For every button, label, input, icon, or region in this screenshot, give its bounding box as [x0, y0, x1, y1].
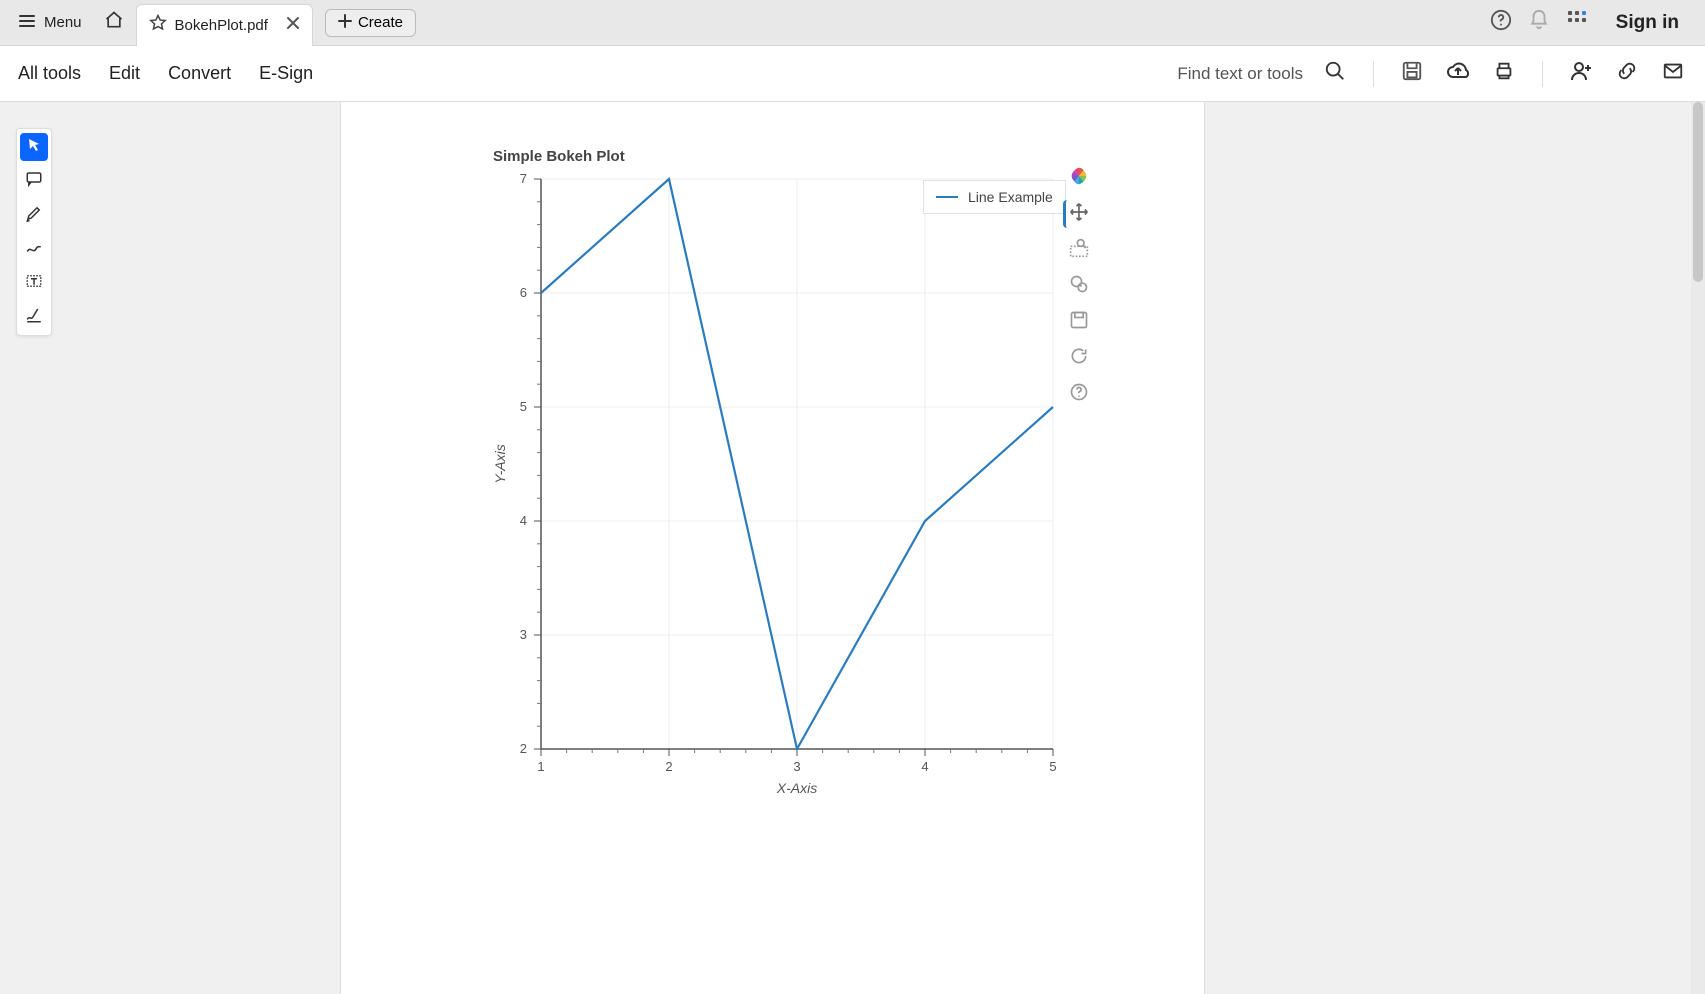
- wheelzoom-tool[interactable]: [1065, 272, 1093, 300]
- help-icon: [1490, 9, 1512, 36]
- home-button[interactable]: [96, 5, 132, 41]
- print-icon: [1493, 60, 1515, 87]
- close-icon: [286, 17, 300, 34]
- toolbar: All tools Edit Convert E-Sign Find text …: [0, 46, 1705, 102]
- svg-text:5: 5: [520, 399, 527, 414]
- search-button[interactable]: [1321, 60, 1349, 88]
- chart-title: Simple Bokeh Plot: [493, 148, 1153, 165]
- tool-edit[interactable]: Edit: [109, 63, 140, 84]
- svg-text:3: 3: [793, 759, 800, 774]
- print-button[interactable]: [1490, 60, 1518, 88]
- signin-label: Sign in: [1616, 12, 1679, 33]
- save-icon: [1401, 60, 1423, 87]
- separator: [1542, 61, 1543, 87]
- people-plus-icon: [1569, 59, 1593, 88]
- tab-close-button[interactable]: [286, 16, 300, 34]
- help-icon: [1069, 382, 1089, 407]
- mail-icon: [1662, 60, 1684, 87]
- star-icon[interactable]: [149, 14, 167, 36]
- boxzoom-tool[interactable]: [1065, 236, 1093, 264]
- wheel-zoom-icon: [1069, 274, 1089, 299]
- tab-filename: BokehPlot.pdf: [175, 17, 268, 34]
- hamburger-icon: [18, 12, 36, 34]
- create-label: Create: [358, 14, 403, 31]
- save-button[interactable]: [1398, 60, 1426, 88]
- draw-icon: [25, 238, 43, 261]
- bokeh-toolbar: [1065, 164, 1093, 408]
- bokeh-logo-button[interactable]: [1065, 164, 1093, 192]
- find-placeholder[interactable]: Find text or tools: [1177, 64, 1303, 84]
- comment-icon: [25, 170, 43, 193]
- draw-tool[interactable]: [20, 235, 48, 263]
- mail-button[interactable]: [1659, 60, 1687, 88]
- savefig-tool[interactable]: [1065, 308, 1093, 336]
- highlight-icon: [25, 204, 43, 227]
- separator: [1373, 61, 1374, 87]
- svg-text:1: 1: [537, 759, 544, 774]
- comment-tool[interactable]: [20, 167, 48, 195]
- scrollbar-thumb[interactable]: [1693, 102, 1703, 282]
- document-tab[interactable]: BokehPlot.pdf: [136, 4, 313, 46]
- annotation-toolbar: [16, 128, 52, 336]
- plus-icon: [338, 14, 352, 32]
- help-tool[interactable]: [1065, 380, 1093, 408]
- help-button[interactable]: [1484, 6, 1518, 40]
- scrollbar[interactable]: [1691, 102, 1705, 994]
- plot-container: Simple Bokeh Plot 23456712345X-AxisY-Axi…: [493, 148, 1153, 809]
- save-fig-icon: [1069, 310, 1089, 335]
- svg-text:4: 4: [921, 759, 928, 774]
- share-people-button[interactable]: [1567, 60, 1595, 88]
- titlebar: Menu BokehPlot.pdf Create: [0, 0, 1705, 46]
- box-zoom-icon: [1069, 238, 1089, 263]
- svg-text:2: 2: [665, 759, 672, 774]
- apps-button[interactable]: [1560, 6, 1594, 40]
- bokeh-logo-icon: [1068, 165, 1090, 192]
- svg-text:2: 2: [520, 741, 527, 756]
- textbox-icon: [25, 272, 43, 295]
- svg-text:4: 4: [520, 513, 527, 528]
- highlight-tool[interactable]: [20, 201, 48, 229]
- reset-icon: [1069, 346, 1089, 371]
- apps-icon: [1567, 10, 1587, 35]
- notifications-button[interactable]: [1522, 6, 1556, 40]
- signature-icon: [25, 306, 43, 329]
- svg-text:6: 6: [520, 285, 527, 300]
- create-button[interactable]: Create: [325, 9, 416, 37]
- pointer-icon: [26, 137, 42, 158]
- signin-button[interactable]: Sign in: [1598, 12, 1697, 34]
- cloud-upload-icon: [1446, 59, 1470, 88]
- tool-convert[interactable]: Convert: [168, 63, 231, 84]
- text-tool[interactable]: [20, 269, 48, 297]
- tool-alltools[interactable]: All tools: [18, 63, 81, 84]
- search-icon: [1324, 60, 1346, 87]
- document-area: Simple Bokeh Plot 23456712345X-AxisY-Axi…: [0, 102, 1705, 994]
- svg-text:X-Axis: X-Axis: [776, 780, 817, 796]
- pan-icon: [1069, 202, 1089, 227]
- menu-button[interactable]: Menu: [8, 6, 92, 40]
- tool-esign[interactable]: E-Sign: [259, 63, 313, 84]
- svg-text:7: 7: [520, 171, 527, 186]
- svg-text:3: 3: [520, 627, 527, 642]
- home-icon: [104, 10, 124, 35]
- legend-swatch: [936, 196, 958, 198]
- legend-label: Line Example: [968, 189, 1053, 205]
- pdf-page: Simple Bokeh Plot 23456712345X-AxisY-Axi…: [340, 102, 1205, 994]
- svg-text:5: 5: [1049, 759, 1056, 774]
- select-tool[interactable]: [20, 133, 48, 161]
- bell-icon: [1528, 9, 1550, 36]
- pan-tool[interactable]: [1063, 200, 1091, 228]
- line-chart: 23456712345X-AxisY-Axis: [493, 169, 1073, 809]
- link-button[interactable]: [1613, 60, 1641, 88]
- svg-text:Y-Axis: Y-Axis: [493, 444, 508, 483]
- upload-button[interactable]: [1444, 60, 1472, 88]
- chart-legend[interactable]: Line Example: [923, 180, 1066, 214]
- menu-label: Menu: [44, 14, 82, 31]
- sign-tool[interactable]: [20, 303, 48, 331]
- reset-tool[interactable]: [1065, 344, 1093, 372]
- link-icon: [1616, 60, 1638, 87]
